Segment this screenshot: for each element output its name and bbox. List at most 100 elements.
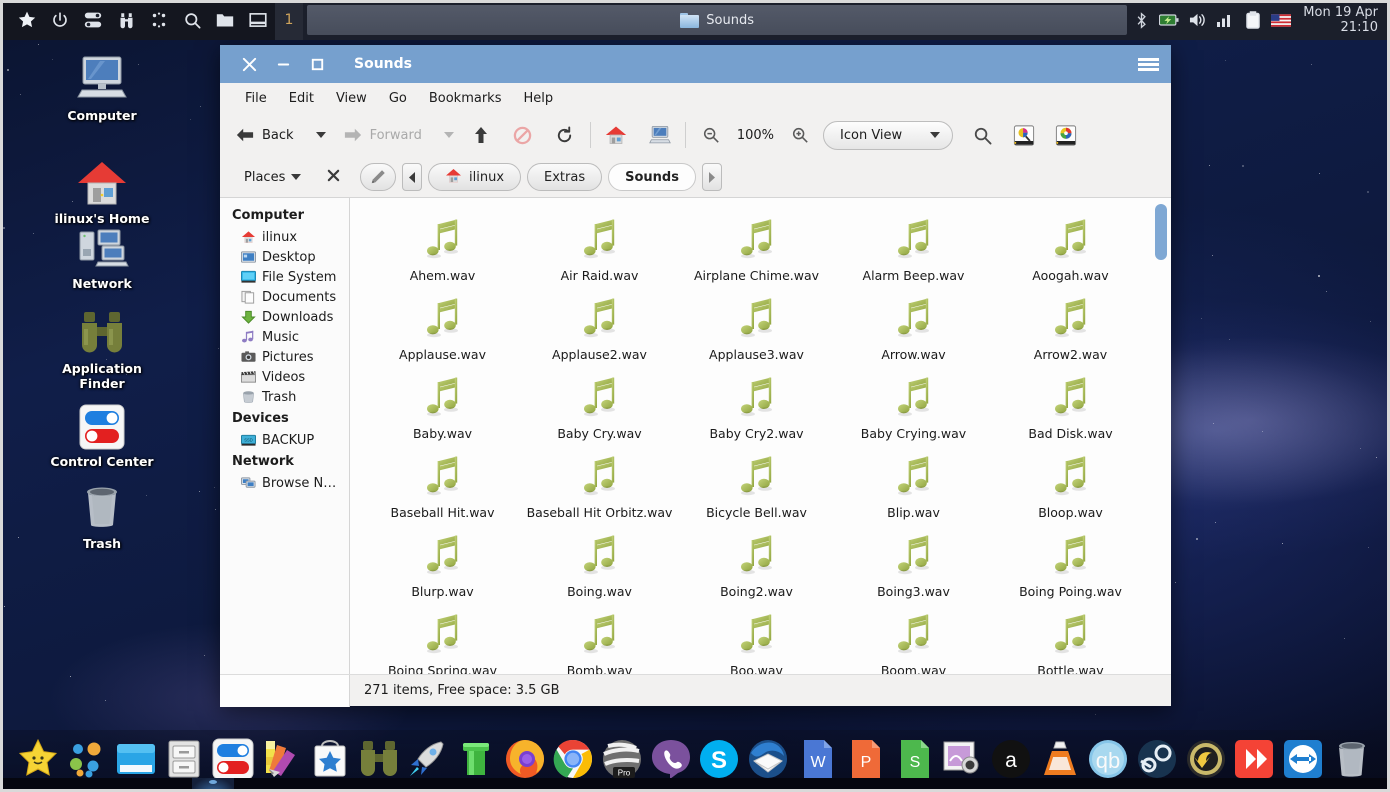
sidebar-item-downloads[interactable]: Downloads: [220, 307, 349, 327]
path-scroll-right-button[interactable]: [701, 163, 722, 191]
zoom-out-button[interactable]: [694, 121, 728, 149]
file-item[interactable]: Baseball Hit.wav: [364, 445, 521, 520]
stop-button[interactable]: [506, 121, 540, 149]
menu-file[interactable]: File: [234, 88, 278, 109]
file-item[interactable]: Boo.wav: [678, 603, 835, 674]
path-scroll-left-button[interactable]: [402, 163, 422, 191]
sidebar-item-file-system[interactable]: File System: [220, 267, 349, 287]
file-item[interactable]: Baseball Hit Orbitz.wav: [521, 445, 678, 520]
menu-bookmarks[interactable]: Bookmarks: [418, 88, 513, 109]
sidebar-item-pictures[interactable]: Pictures: [220, 347, 349, 367]
sidebar-item-backup[interactable]: SSD BACKUP: [220, 430, 349, 450]
zoom-in-button[interactable]: [783, 121, 817, 149]
bluetooth-icon[interactable]: [1131, 10, 1151, 30]
file-item[interactable]: Arrow2.wav: [992, 287, 1149, 362]
desktop-icon-network[interactable]: Network: [42, 220, 162, 291]
file-item[interactable]: Blurp.wav: [364, 524, 521, 599]
search-icon[interactable]: [181, 9, 203, 31]
sidebar-item-ilinux[interactable]: ilinux: [220, 227, 349, 247]
power-icon[interactable]: [49, 9, 71, 31]
breadcrumb-sounds[interactable]: Sounds: [608, 163, 696, 191]
network-signal-icon[interactable]: [1215, 10, 1235, 30]
star-icon[interactable]: [16, 9, 38, 31]
parent-folder-button[interactable]: [464, 121, 498, 149]
breadcrumb-extras[interactable]: Extras: [527, 163, 603, 191]
desktop-icon-application-finder[interactable]: Application Finder: [42, 305, 162, 391]
flag-us-icon[interactable]: [1271, 10, 1292, 30]
workspace-indicator[interactable]: 1: [275, 0, 303, 40]
sidebar-item-browse-network[interactable]: Browse N…: [220, 473, 349, 493]
file-item[interactable]: Baby Crying.wav: [835, 366, 992, 441]
home-button[interactable]: [599, 121, 633, 149]
path-edit-button[interactable]: [360, 163, 396, 191]
file-item[interactable]: Boing2.wav: [678, 524, 835, 599]
file-item[interactable]: Aoogah.wav: [992, 208, 1149, 283]
sidebar-item-videos[interactable]: Videos: [220, 367, 349, 387]
menu-help[interactable]: Help: [512, 88, 564, 109]
apps-grid-icon[interactable]: [148, 9, 170, 31]
vertical-scrollbar[interactable]: [1155, 204, 1167, 652]
file-item[interactable]: Blip.wav: [835, 445, 992, 520]
file-item[interactable]: Alarm Beep.wav: [835, 208, 992, 283]
sidebar-item-desktop[interactable]: Desktop: [220, 247, 349, 267]
taskbar-item-sounds[interactable]: Sounds: [680, 12, 754, 28]
file-item[interactable]: Boing.wav: [521, 524, 678, 599]
file-item[interactable]: Baby Cry2.wav: [678, 366, 835, 441]
clock[interactable]: Mon 19 Apr 21:10: [1299, 5, 1378, 35]
file-item[interactable]: Boing Poing.wav: [992, 524, 1149, 599]
window-icon[interactable]: [247, 9, 269, 31]
file-item[interactable]: Applause2.wav: [521, 287, 678, 362]
toggle-icon[interactable]: [82, 9, 104, 31]
close-icon[interactable]: [232, 45, 266, 83]
forward-history-chevron-down-icon[interactable]: [443, 132, 454, 138]
file-item[interactable]: Arrow.wav: [835, 287, 992, 362]
file-item[interactable]: Bomb.wav: [521, 603, 678, 674]
sidebar-item-documents[interactable]: Documents: [220, 287, 349, 307]
file-item[interactable]: Bicycle Bell.wav: [678, 445, 835, 520]
file-item[interactable]: Baby.wav: [364, 366, 521, 441]
file-item[interactable]: Boom.wav: [835, 603, 992, 674]
file-item[interactable]: Bad Disk.wav: [992, 366, 1149, 441]
file-icon-view[interactable]: Ahem.wav Air Raid.wav Airplane Chime.wav…: [350, 197, 1171, 674]
reload-button[interactable]: [548, 121, 582, 149]
desktop-icon-computer[interactable]: Computer: [42, 52, 162, 123]
folder-icon[interactable]: [214, 9, 236, 31]
hamburger-menu-icon[interactable]: [1125, 45, 1171, 83]
sidebar-item-trash[interactable]: Trash: [220, 387, 349, 407]
file-item[interactable]: Bottle.wav: [992, 603, 1149, 674]
back-button[interactable]: Back: [228, 121, 300, 149]
file-item[interactable]: Air Raid.wav: [521, 208, 678, 283]
binoculars-icon[interactable]: [115, 9, 137, 31]
file-item[interactable]: Ahem.wav: [364, 208, 521, 283]
file-item[interactable]: Bloop.wav: [992, 445, 1149, 520]
scrollbar-thumb[interactable]: [1155, 204, 1167, 260]
color-picker-button[interactable]: [1049, 121, 1083, 149]
computer-button[interactable]: [643, 121, 677, 149]
volume-icon[interactable]: [1187, 10, 1207, 30]
desktop-icon-trash[interactable]: Trash: [42, 480, 162, 551]
breadcrumb-ilinux[interactable]: ilinux: [428, 163, 522, 191]
minimize-icon[interactable]: [266, 45, 300, 83]
file-item[interactable]: Baby Cry.wav: [521, 366, 678, 441]
file-item[interactable]: Boing Spring.wav: [364, 603, 521, 674]
menu-edit[interactable]: Edit: [278, 88, 325, 109]
places-dropdown[interactable]: Places: [244, 170, 302, 185]
back-history-chevron-down-icon[interactable]: [315, 132, 326, 138]
maximize-icon[interactable]: [300, 45, 334, 83]
desktop-icon-control-center[interactable]: Control Center: [42, 398, 162, 469]
view-mode-select[interactable]: Icon View: [823, 120, 954, 150]
forward-button[interactable]: Forward: [336, 121, 428, 149]
file-item[interactable]: Applause3.wav: [678, 287, 835, 362]
menu-go[interactable]: Go: [378, 88, 418, 109]
menu-view[interactable]: View: [325, 88, 378, 109]
desktop-icon-home[interactable]: ilinux's Home: [42, 155, 162, 226]
close-panel-icon[interactable]: [327, 168, 340, 186]
file-item[interactable]: Applause.wav: [364, 287, 521, 362]
preview-button[interactable]: [1007, 121, 1041, 149]
sidebar-item-music[interactable]: Music: [220, 327, 349, 347]
window-titlebar[interactable]: Sounds: [220, 45, 1171, 83]
battery-icon[interactable]: [1159, 10, 1179, 30]
file-item[interactable]: Airplane Chime.wav: [678, 208, 835, 283]
file-item[interactable]: Boing3.wav: [835, 524, 992, 599]
search-button[interactable]: [965, 121, 999, 149]
